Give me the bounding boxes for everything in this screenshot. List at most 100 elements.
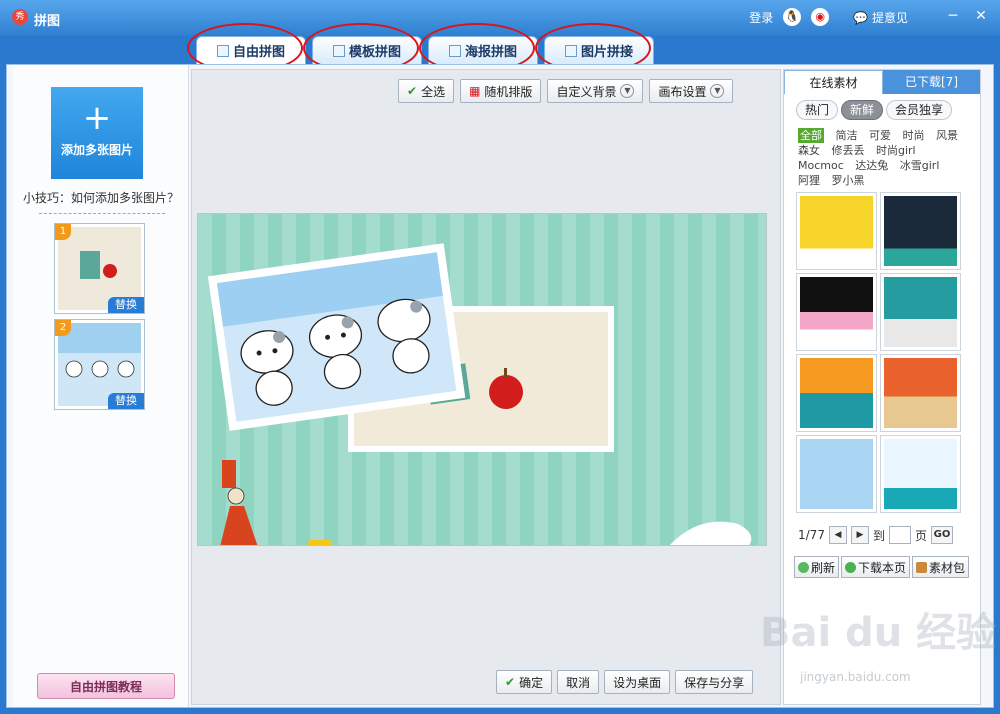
- material-thumbnail[interactable]: [796, 354, 877, 432]
- add-images-label: 添加多张图片: [60, 143, 133, 157]
- plus-icon: +: [82, 98, 112, 138]
- minimize-button[interactable]: ─: [944, 8, 962, 26]
- login-link[interactable]: 登录: [749, 9, 773, 26]
- tab-label: 自由拼图: [232, 45, 285, 60]
- refresh-icon: [798, 561, 809, 573]
- tab-label: 图片拼接: [580, 45, 633, 60]
- filter-members[interactable]: 会员独享: [886, 100, 953, 120]
- canvas-settings-label: 画布设置: [658, 84, 707, 99]
- chevron-down-icon: ▼: [620, 84, 635, 98]
- random-layout-button[interactable]: ▦ 随机排版: [460, 79, 542, 103]
- category-item[interactable]: 风景: [936, 128, 958, 143]
- tip-link[interactable]: 小技巧：如何添加多张图片？: [23, 189, 179, 206]
- app-logo-icon: 秀: [12, 9, 28, 25]
- category-item[interactable]: 简洁: [836, 128, 858, 143]
- category-item[interactable]: 时尚: [903, 128, 925, 143]
- filter-hot[interactable]: 热门: [796, 100, 839, 120]
- material-filters: 热门 新鲜 会员独享: [796, 100, 953, 120]
- next-page-button[interactable]: ▶: [850, 526, 869, 544]
- tab-label: 海报拼图: [464, 45, 517, 60]
- category-item[interactable]: Mocmoc: [798, 158, 844, 173]
- confirm-label: 确定: [519, 675, 544, 690]
- close-button[interactable]: ✕: [972, 8, 990, 26]
- category-item[interactable]: 可爱: [869, 128, 891, 143]
- cancel-label: 取消: [566, 675, 591, 690]
- material-thumbnail[interactable]: [880, 273, 961, 351]
- refresh-button[interactable]: 刷新: [794, 556, 840, 578]
- tutorial-label: 自由拼图教程: [69, 679, 142, 694]
- image-thumbnail[interactable]: 2 替换: [54, 319, 145, 410]
- category-item[interactable]: 阿狸: [798, 173, 820, 188]
- material-actions: 刷新 下载本页 素材包: [794, 556, 970, 578]
- material-thumbnail[interactable]: [796, 273, 877, 351]
- save-share-button[interactable]: 保存与分享: [675, 670, 754, 694]
- category-item[interactable]: 罗小黑: [832, 173, 865, 188]
- material-thumbnail[interactable]: [796, 435, 877, 513]
- material-grid: [796, 192, 962, 513]
- tab-downloaded[interactable]: 已下载[7]: [883, 70, 980, 94]
- material-thumbnail[interactable]: [880, 435, 961, 513]
- material-thumbnail[interactable]: [880, 354, 961, 432]
- download-page-button[interactable]: 下载本页: [841, 556, 911, 578]
- cancel-button[interactable]: 取消: [557, 670, 600, 694]
- refresh-label: 刷新: [811, 560, 836, 575]
- replace-button[interactable]: 替换: [108, 297, 144, 313]
- window-title: 拼图: [34, 14, 61, 29]
- title-bar-actions: 登录 🐧 ◉ 💬 提意见 ─ ✕: [749, 8, 990, 26]
- page-input[interactable]: [888, 526, 911, 544]
- page-label: 页: [914, 528, 927, 543]
- go-button[interactable]: GO: [930, 526, 953, 544]
- set-desktop-label: 设为桌面: [613, 675, 662, 690]
- custom-background-dropdown[interactable]: 自定义背景 ▼: [547, 79, 644, 103]
- category-item[interactable]: 修丢丢: [832, 143, 865, 158]
- category-item[interactable]: 时尚girl: [876, 143, 916, 158]
- material-pack-label: 素材包: [929, 560, 966, 575]
- download-page-label: 下载本页: [858, 560, 907, 575]
- tab-template-collage[interactable]: 模板拼图: [303, 23, 422, 73]
- pagination: 1/77 ◀ ▶ 到 页 GO: [798, 526, 953, 544]
- image-thumbnail[interactable]: 1 替换: [54, 223, 145, 314]
- set-desktop-button[interactable]: 设为桌面: [604, 670, 671, 694]
- thumbnail-number: 2: [55, 320, 71, 336]
- collage-canvas[interactable]: [197, 213, 767, 546]
- tab-image-stitch[interactable]: 图片拼接: [535, 23, 654, 73]
- material-tabs: 在线素材 已下载[7]: [784, 70, 980, 94]
- yellow-decoration: [308, 540, 332, 545]
- replace-button[interactable]: 替换: [108, 393, 144, 409]
- category-item[interactable]: 全部: [798, 128, 824, 143]
- footer-actions: ✔ 确定 取消 设为桌面 保存与分享: [496, 670, 754, 694]
- left-sidebar: + 添加多张图片 小技巧：如何添加多张图片？ 1 替换 2 替换 自由拼图教程: [13, 65, 189, 707]
- poster-icon: [448, 44, 461, 57]
- prev-page-button[interactable]: ◀: [828, 526, 847, 544]
- tab-online-materials[interactable]: 在线素材: [784, 70, 883, 94]
- weibo-icon[interactable]: ◉: [811, 8, 830, 26]
- free-collage-icon: [216, 44, 229, 57]
- tab-poster-collage[interactable]: 海报拼图: [419, 23, 538, 73]
- tutorial-button[interactable]: 自由拼图教程: [37, 673, 175, 699]
- category-item[interactable]: 达达兔: [855, 158, 888, 173]
- goto-label: 到: [872, 528, 885, 543]
- canvas-toolbar: ✔ 全选 ▦ 随机排版 自定义背景 ▼ 画布设置 ▼: [398, 79, 734, 103]
- photo-kittens: [207, 243, 466, 431]
- add-images-button[interactable]: + 添加多张图片: [51, 87, 143, 179]
- filter-fresh[interactable]: 新鲜: [841, 100, 884, 120]
- title-bar: 秀 拼图 登录 🐧 ◉ 💬 提意见 ─ ✕: [0, 0, 1000, 36]
- tab-free-collage[interactable]: 自由拼图: [187, 23, 306, 73]
- category-item[interactable]: 冰雪girl: [900, 158, 940, 173]
- qq-icon[interactable]: 🐧: [783, 8, 802, 26]
- book-shape: [80, 251, 100, 279]
- feedback-button[interactable]: 💬 提意见: [853, 9, 908, 26]
- category-item[interactable]: 森女: [798, 143, 820, 158]
- material-thumbnail[interactable]: [796, 192, 877, 270]
- material-pack-button[interactable]: 素材包: [912, 556, 970, 578]
- chevron-down-icon: ▼: [710, 84, 725, 98]
- template-icon: [332, 44, 345, 57]
- select-all-button[interactable]: ✔ 全选: [398, 79, 455, 103]
- stitch-icon: [564, 44, 577, 57]
- material-thumbnail[interactable]: [880, 192, 961, 270]
- watermark-logo: Bai du 经验: [760, 610, 997, 656]
- confirm-button[interactable]: ✔ 确定: [496, 670, 553, 694]
- collage-preview: [198, 214, 766, 545]
- canvas-settings-dropdown[interactable]: 画布设置 ▼: [649, 79, 734, 103]
- canvas-area: ✔ 全选 ▦ 随机排版 自定义背景 ▼ 画布设置 ▼ ✔ 确定 取消 设为桌面 …: [191, 69, 781, 705]
